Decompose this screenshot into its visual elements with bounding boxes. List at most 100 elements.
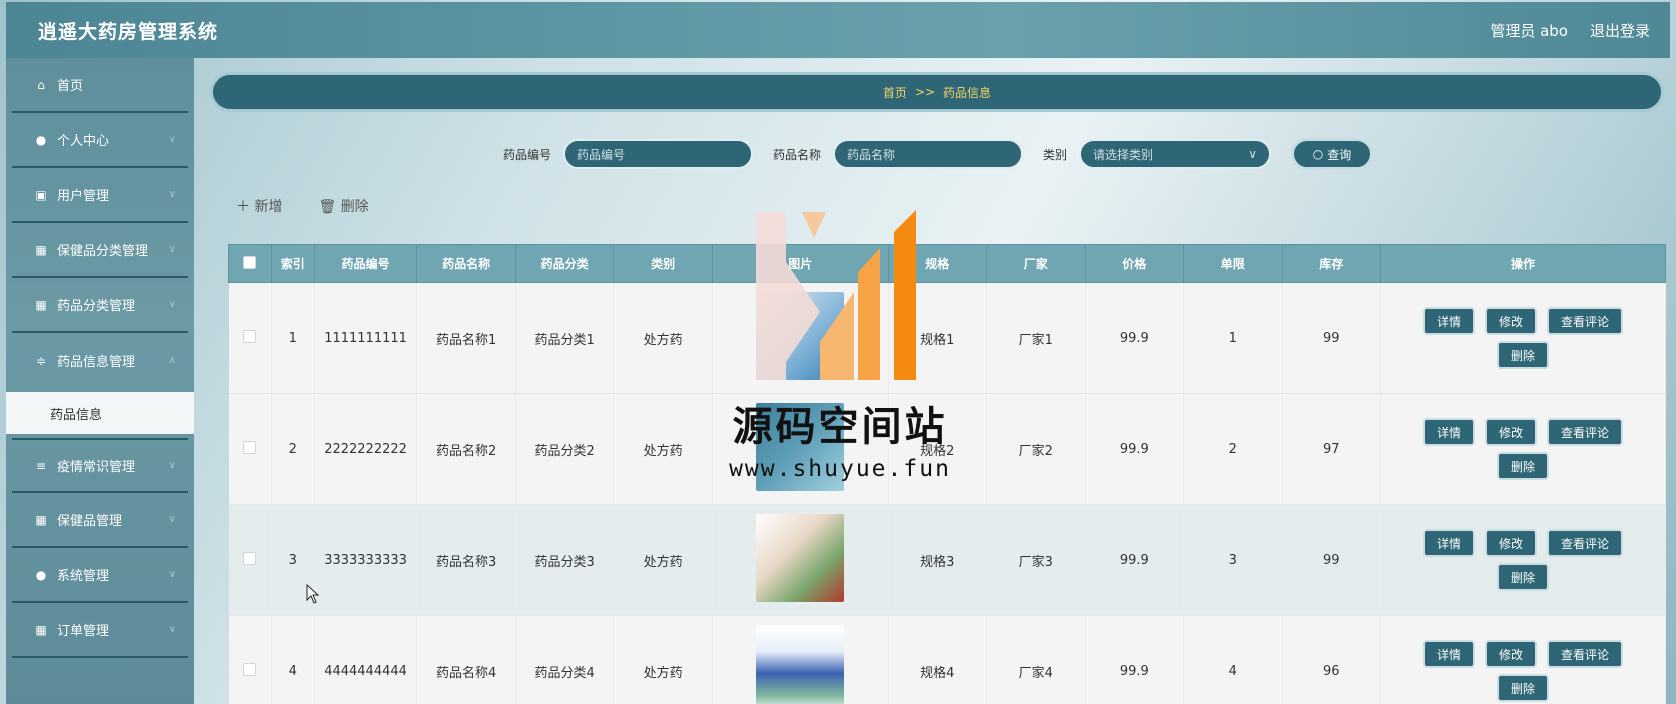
id-card-icon: ▣ [35, 187, 47, 202]
sidebar-item-label: 首页 [57, 79, 84, 94]
edit-button[interactable]: 修改 [1485, 307, 1538, 335]
search-icon: ○ [1312, 147, 1324, 161]
view-comments-button[interactable]: 查看评论 [1547, 418, 1624, 446]
delete-button-label: 删除 [340, 199, 369, 215]
spec-cell: 规格3 [888, 504, 988, 616]
maker-cell: 厂家4 [986, 615, 1086, 704]
image-cell [712, 615, 889, 704]
row-select-cell [228, 615, 272, 704]
sidebar-item-system[interactable]: ● 系统管理 ∨ [12, 548, 188, 603]
chevron-down-icon: ∨ [168, 299, 176, 310]
sliders-icon: ≑ [35, 353, 47, 368]
edit-button[interactable]: 修改 [1485, 418, 1538, 446]
category-cell: 药品分类4 [515, 615, 615, 704]
add-button[interactable]: ＋ 新增 [236, 196, 282, 216]
code-input[interactable]: 药品编号 [562, 139, 753, 169]
user-icon: ● [35, 132, 47, 147]
row-checkbox[interactable] [243, 329, 257, 343]
row-checkbox[interactable] [243, 440, 257, 454]
code-cell: 2222222222 [314, 393, 418, 505]
sidebar-item-users[interactable]: ▣ 用户管理 ∨ [12, 168, 188, 223]
sidebar-item-label: 疫情常识管理 [57, 460, 136, 475]
index-cell: 1 [271, 282, 315, 394]
name-input[interactable]: 药品名称 [833, 139, 1023, 169]
mouse-cursor-icon [306, 583, 320, 608]
col-header: 类别 [613, 244, 713, 283]
limit-cell: 1 [1183, 282, 1283, 394]
ops-cell: 详情 修改 查看评论 删除 [1380, 504, 1666, 616]
sidebar-item-home[interactable]: ⌂ 首页 [12, 58, 188, 113]
delete-row-button[interactable]: 删除 [1497, 452, 1550, 480]
stock-cell: 97 [1282, 393, 1382, 505]
image-cell [712, 504, 889, 616]
sidebar-subitem-drug-info[interactable]: 药品信息 [6, 392, 194, 434]
current-user[interactable]: 管理员 abo [1490, 20, 1568, 41]
detail-button[interactable]: 详情 [1423, 529, 1476, 557]
type-cell: 处方药 [613, 504, 713, 616]
search-bar: 药品编号 药品编号 药品名称 药品名称 类别 请选择类别 ∨ ○ 查询 [206, 136, 1670, 172]
add-button-label: 新增 [254, 199, 283, 215]
sidebar-item-health-products[interactable]: ▦ 保健品管理 ∨ [12, 493, 188, 548]
col-header: 药品分类 [514, 244, 615, 283]
code-label: 药品编号 [502, 147, 551, 162]
chevron-down-icon: ∨ [1248, 147, 1258, 161]
delete-row-button[interactable]: 删除 [1497, 674, 1550, 702]
chevron-down-icon: ∨ [168, 460, 176, 471]
list-icon: ≡ [35, 458, 47, 473]
limit-cell: 3 [1183, 504, 1283, 616]
name-cell: 药品名称2 [416, 393, 516, 505]
sidebar-item-label: 药品分类管理 [57, 299, 136, 314]
sidebar-item-label: 订单管理 [57, 624, 110, 639]
user-area: 管理员 abo 退出登录 [1490, 20, 1650, 41]
index-cell: 4 [271, 615, 315, 704]
home-icon: ⌂ [37, 77, 45, 92]
grid-icon: ▦ [35, 512, 47, 527]
delete-button[interactable]: 🗑 删除 [318, 196, 368, 216]
sidebar-item-profile[interactable]: ● 个人中心 ∨ [12, 113, 188, 168]
category-cell: 药品分类2 [515, 393, 615, 505]
col-header: 索引 [270, 244, 315, 283]
breadcrumb-current: 药品信息 [943, 85, 992, 100]
detail-button[interactable]: 详情 [1423, 418, 1476, 446]
detail-button[interactable]: 详情 [1423, 307, 1476, 335]
row-select-cell [228, 282, 272, 394]
row-checkbox[interactable] [243, 662, 257, 676]
sidebar-item-drug-info[interactable]: ≑ 药品信息管理 ∧ [12, 333, 188, 388]
limit-cell: 2 [1183, 393, 1283, 505]
ops-cell: 详情 修改 查看评论 删除 [1380, 282, 1666, 394]
stock-cell: 96 [1282, 615, 1382, 704]
watermark-title: 源码空间站 [732, 404, 948, 450]
select-all-cell [228, 244, 272, 283]
edit-button[interactable]: 修改 [1485, 529, 1538, 557]
edit-button[interactable]: 修改 [1485, 640, 1538, 668]
code-cell: 4444444444 [314, 615, 418, 704]
view-comments-button[interactable]: 查看评论 [1547, 307, 1624, 335]
sidebar-item-orders[interactable]: ▦ 订单管理 ∨ [12, 603, 188, 658]
stock-cell: 99 [1282, 504, 1382, 616]
view-comments-button[interactable]: 查看评论 [1547, 640, 1624, 668]
chevron-down-icon: ∨ [168, 624, 176, 635]
row-checkbox[interactable] [243, 551, 257, 565]
detail-button[interactable]: 详情 [1423, 640, 1476, 668]
row-select-cell [228, 393, 272, 505]
breadcrumb-home[interactable]: 首页 [883, 84, 907, 101]
sidebar-item-drug-category[interactable]: ▦ 药品分类管理 ∨ [12, 278, 188, 333]
breadcrumb-separator: >> [914, 85, 936, 99]
delete-row-button[interactable]: 删除 [1497, 341, 1550, 369]
view-comments-button[interactable]: 查看评论 [1547, 529, 1624, 557]
sidebar-item-label: 用户管理 [57, 189, 110, 204]
grid-icon: ▦ [35, 242, 47, 257]
category-cell: 药品分类1 [515, 282, 615, 394]
type-select[interactable]: 请选择类别 ∨ [1079, 139, 1272, 169]
select-all-checkbox[interactable] [243, 255, 257, 269]
price-cell: 99.9 [1085, 393, 1185, 505]
logout-link[interactable]: 退出登录 [1590, 20, 1650, 41]
pin-icon: ● [35, 567, 47, 582]
price-cell: 99.9 [1085, 282, 1185, 394]
sidebar-item-health-category[interactable]: ▦ 保健品分类管理 ∨ [12, 223, 188, 278]
delete-row-button[interactable]: 删除 [1497, 563, 1550, 591]
stock-cell: 99 [1282, 282, 1382, 394]
sidebar-item-epidemic[interactable]: ≡ 疫情常识管理 ∨ [12, 438, 188, 493]
query-button[interactable]: ○ 查询 [1291, 138, 1374, 170]
table-row: 3 3333333333 药品名称3 药品分类3 处方药 规格3 厂家3 99.… [228, 504, 1666, 616]
